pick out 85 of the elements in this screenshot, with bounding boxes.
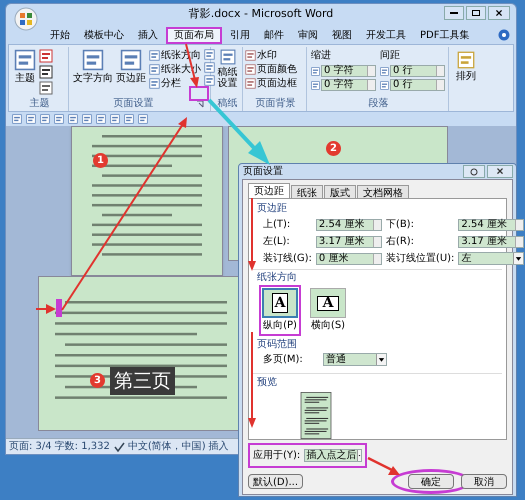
field-label: 左(L): xyxy=(263,235,291,249)
page-icon[interactable] xyxy=(245,50,256,61)
dropdown-field[interactable]: 插入点之后 xyxy=(304,449,362,462)
group-label: 段落 xyxy=(368,96,390,111)
section-heading: 页码范围 xyxy=(256,338,298,352)
group-label: 页面背景 xyxy=(254,96,296,111)
ribbon-tab[interactable]: 邮件 xyxy=(258,27,290,44)
ribbon-tab[interactable]: 模板中心 xyxy=(78,27,130,44)
arrow xyxy=(367,456,400,475)
proofing-icon[interactable] xyxy=(112,440,125,452)
window-title: 背影.docx - Microsoft Word xyxy=(188,6,334,22)
spin-field[interactable]: 0 厘米 xyxy=(316,252,382,264)
field-label: 缩进 xyxy=(311,48,332,63)
spin-field[interactable]: 0 行 xyxy=(390,79,445,91)
dropdown-field[interactable]: 普通 xyxy=(322,353,387,366)
arrow xyxy=(36,304,56,314)
page-icon[interactable] xyxy=(149,50,160,61)
spin-field[interactable]: 3.17 厘米 xyxy=(458,236,524,248)
field-label: 多页(M): xyxy=(263,353,303,367)
status-text: 字数: 1,332 xyxy=(54,440,110,454)
field-label: 装订线(G): xyxy=(263,252,312,266)
spin-field[interactable]: 3.17 厘米 xyxy=(316,236,382,248)
ribbon-button[interactable]: 页面边框 xyxy=(245,77,306,90)
section-heading: 纸张方向 xyxy=(253,269,502,285)
spin-field[interactable]: 2.54 厘米 xyxy=(458,218,524,230)
ribbon-tab[interactable]: PDF工具集 xyxy=(414,27,476,44)
text-cursor-marker xyxy=(56,299,62,317)
field-label: 装订线位置(U): xyxy=(386,252,454,266)
section-heading: 页边距 xyxy=(256,202,288,216)
page-icon[interactable] xyxy=(245,64,256,75)
ribbon-tab[interactable]: 视图 xyxy=(326,27,358,44)
close-icon[interactable] xyxy=(488,6,510,20)
cancel-button[interactable]: 取消 xyxy=(461,474,507,489)
dialog-launcher-icon[interactable] xyxy=(196,100,204,108)
close-icon[interactable] xyxy=(487,165,513,178)
ribbon-tab[interactable]: 开发工具 xyxy=(360,27,412,44)
help-button[interactable] xyxy=(463,165,485,178)
spin-field[interactable]: 2.54 厘米 xyxy=(316,218,382,230)
theme-button[interactable]: 主题 xyxy=(14,49,36,86)
field-label: 上(T): xyxy=(263,218,292,232)
dialog-title: 页面设置 xyxy=(243,164,284,179)
group-label: 稿纸 xyxy=(216,96,238,111)
status-text: 插入 xyxy=(208,440,229,454)
ribbon-button[interactable]: 页面颜色 xyxy=(245,63,306,76)
minimize-button[interactable] xyxy=(444,6,464,20)
page-icon[interactable] xyxy=(120,49,142,71)
ribbon-button[interactable]: 页边距 xyxy=(116,49,146,96)
field-label: 应用于(Y): xyxy=(253,448,300,463)
ribbon-tab[interactable]: 插入 xyxy=(132,27,164,44)
status-text: 中文(简体，中国) xyxy=(128,440,206,454)
ribbon-tab[interactable]: 页面布局 xyxy=(166,27,222,44)
page-icon[interactable] xyxy=(82,49,104,71)
ribbon-tab[interactable]: 审阅 xyxy=(292,27,324,44)
page-icon[interactable] xyxy=(149,78,160,89)
highlight-frame xyxy=(189,86,209,101)
default-button[interactable]: 默认(D)... xyxy=(248,474,304,489)
page-icon[interactable] xyxy=(149,64,160,75)
dropdown-field[interactable]: 左 xyxy=(458,252,524,265)
spin-field[interactable]: 0 字符 xyxy=(321,65,376,77)
dialog-tab[interactable]: 文档网格 xyxy=(357,185,409,198)
field-label: 间距 xyxy=(380,49,401,63)
office-button-icon[interactable] xyxy=(14,7,38,31)
section-heading: 预览 xyxy=(253,373,502,390)
dialog-tab[interactable]: 纸张 xyxy=(291,185,323,198)
ribbon-button[interactable]: 水印 xyxy=(245,49,306,62)
field-label: 下(B): xyxy=(386,218,415,232)
ok-button[interactable]: 确定 xyxy=(408,474,454,489)
dialog-tab[interactable]: 版式 xyxy=(324,185,356,198)
ribbon-tab[interactable]: 引用 xyxy=(224,27,256,44)
page-icon[interactable] xyxy=(220,47,236,67)
ribbon-tab[interactable]: 开始 xyxy=(44,27,76,44)
dialog-tab[interactable]: 页边距 xyxy=(248,183,290,198)
ribbon-button[interactable]: 稿纸设置 xyxy=(216,47,238,96)
status-text: 页面: 3/4 xyxy=(9,440,52,454)
callout-label: 第三页 xyxy=(110,367,175,395)
group-label: 页面设置 xyxy=(112,96,154,111)
spin-field[interactable]: 0 行 xyxy=(390,65,445,77)
ribbon-button[interactable]: 分栏 xyxy=(149,77,201,90)
spin-field[interactable]: 0 字符 xyxy=(321,79,376,91)
field-label: 右(R): xyxy=(386,235,416,249)
ribbon-button[interactable]: 排列 xyxy=(451,47,481,111)
ribbon-button[interactable]: 文字方向 xyxy=(73,49,113,96)
maximize-button[interactable] xyxy=(466,6,486,20)
page-icon[interactable] xyxy=(245,78,256,89)
group-label: 主题 xyxy=(28,96,50,111)
